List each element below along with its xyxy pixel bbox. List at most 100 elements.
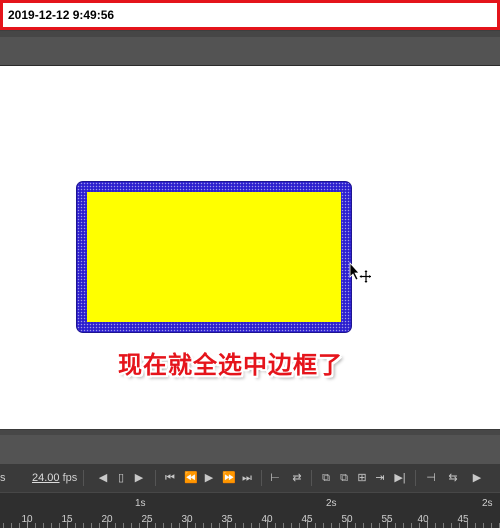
ruler-tick: [459, 523, 460, 528]
timeline-header: [0, 429, 500, 464]
ruler-tick: [3, 523, 4, 528]
ruler-tick: [347, 519, 348, 528]
duration-label: s: [0, 472, 6, 484]
ruler-tick: [275, 523, 276, 528]
copy-frames-icon[interactable]: ⧉: [319, 471, 333, 485]
rectangle-fill[interactable]: [87, 192, 341, 322]
ruler-tick: [27, 519, 28, 528]
ruler-second-label: 1s: [135, 498, 146, 509]
ruler-tick: [115, 523, 116, 528]
divider: [155, 470, 156, 486]
ruler-tick: [83, 523, 84, 528]
loop-icon[interactable]: ⇄: [290, 471, 304, 485]
play-icon[interactable]: ▶: [202, 471, 216, 485]
ruler-tick: [371, 523, 372, 528]
annotation-caption: 现在就全选中边框了: [118, 351, 343, 379]
ruler-tick: [251, 523, 252, 528]
ruler-tick: [307, 519, 308, 528]
ruler-tick: [155, 523, 156, 528]
fps-readout[interactable]: 24.00 fps: [32, 464, 77, 492]
ruler-tick: [43, 523, 44, 528]
ruler-tick: [91, 523, 92, 528]
timeline-strip: [0, 430, 500, 435]
timestamp-text: 2019-12-12 9:49:56: [8, 8, 115, 22]
ruler-tick: [163, 523, 164, 528]
ruler-tick: [291, 523, 292, 528]
ruler-tick: [435, 523, 436, 528]
ruler-second-label: 2s: [326, 498, 337, 509]
divider: [83, 470, 84, 486]
step-forward-icon[interactable]: ⏩: [222, 471, 236, 485]
ruler-tick: [419, 523, 420, 528]
ruler-tick: [227, 519, 228, 528]
more-icon[interactable]: ▶: [470, 471, 484, 485]
ruler-tick: [315, 523, 316, 528]
ruler-tick: [123, 523, 124, 528]
ruler-tick: [395, 523, 396, 528]
ruler-tick: [99, 523, 100, 528]
ruler-tick: [323, 523, 324, 528]
ruler-tick: [355, 523, 356, 528]
ruler-tick: [203, 523, 204, 528]
loop-back-icon[interactable]: ◀: [96, 471, 110, 485]
ruler-tick: [427, 519, 428, 528]
ruler-tick: [379, 523, 380, 528]
ruler-tick: [59, 523, 60, 528]
canvas-stage[interactable]: 现在就全选中边框了: [0, 66, 500, 429]
ruler-tick: [139, 523, 140, 528]
ruler-tick: [283, 523, 284, 528]
keyframe-icon[interactable]: ⊣: [424, 471, 438, 485]
timeline-controls: s 24.00 fps ◀ ▯ ▶ ⏮ ⏪ ▶ ⏩ ⏭ ⊢ ⇄ ⧉ ⧉ ⊞ ⇥ ▶| ⊣ ⇆ ▶: [0, 464, 500, 492]
insert-frame-icon[interactable]: ⇥: [373, 471, 387, 485]
clip-icon[interactable]: ⊞: [355, 471, 369, 485]
ruler-tick: [195, 523, 196, 528]
play-forward-icon[interactable]: ▶: [132, 471, 146, 485]
paste-frames-icon[interactable]: ⧉: [337, 471, 351, 485]
ruler-tick: [235, 523, 236, 528]
ruler-tick: [131, 523, 132, 528]
divider: [311, 470, 312, 486]
ruler-tick: [67, 519, 68, 528]
ruler-tick: [363, 523, 364, 528]
timestamp-bar: 2019-12-12 9:49:56: [0, 0, 500, 30]
move-cursor-icon: [349, 262, 371, 283]
ruler-tick: [299, 523, 300, 528]
ruler-tick: [179, 523, 180, 528]
ruler-tick: [171, 523, 172, 528]
tween-icon[interactable]: ▶|: [393, 471, 407, 485]
ruler-tick: [339, 523, 340, 528]
last-frame-icon[interactable]: ⏭: [240, 471, 254, 485]
center-frame-icon[interactable]: ⊢: [268, 471, 282, 485]
onion-skin-icon[interactable]: ▯: [114, 471, 128, 485]
ruler-tick: [443, 523, 444, 528]
ruler-tick: [147, 519, 148, 528]
ruler-tick: [211, 523, 212, 528]
ruler-tick: [259, 523, 260, 528]
ruler-tick: [451, 523, 452, 528]
ruler-tick: [331, 523, 332, 528]
ruler-tick: [107, 519, 108, 528]
ruler-tick: [475, 523, 476, 528]
ruler-tick: [403, 523, 404, 528]
toolbar-band: [0, 30, 500, 66]
ruler-tick: [187, 519, 188, 528]
ruler-tick: [387, 519, 388, 528]
selected-rectangle-shape[interactable]: [76, 181, 352, 333]
fps-value[interactable]: 24.00: [32, 472, 60, 484]
swap-icon[interactable]: ⇆: [446, 471, 460, 485]
ruler-tick: [51, 523, 52, 528]
first-frame-icon[interactable]: ⏮: [163, 471, 177, 485]
fps-unit: fps: [62, 472, 78, 484]
ruler-tick: [243, 523, 244, 528]
ruler-tick: [267, 519, 268, 528]
ruler-tick: [35, 523, 36, 528]
step-back-icon[interactable]: ⏪: [184, 471, 198, 485]
ruler-tick: [467, 519, 468, 528]
ruler-second-label: 2s: [482, 498, 493, 509]
ruler-tick: [491, 523, 492, 528]
divider: [261, 470, 262, 486]
ruler-tick: [75, 523, 76, 528]
timeline-ruler[interactable]: 1s2s2s101520253035404550554045: [0, 492, 500, 528]
ruler-tick: [483, 523, 484, 528]
ruler-tick: [11, 523, 12, 528]
